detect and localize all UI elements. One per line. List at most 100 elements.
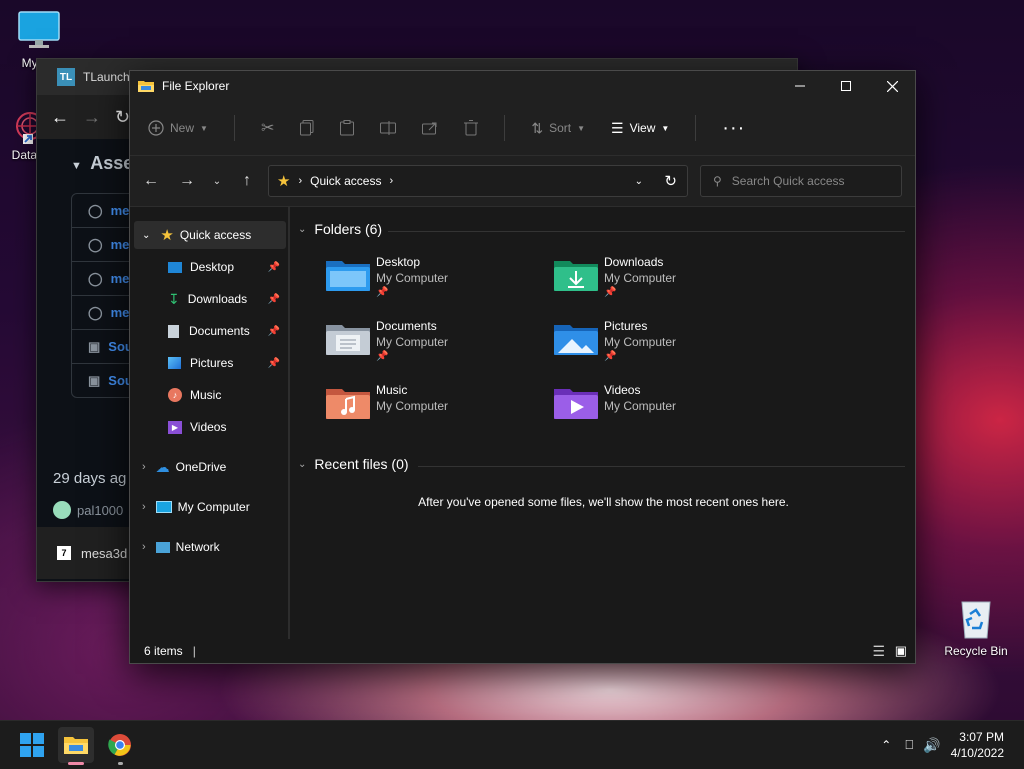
release-author[interactable]: pal1000 (53, 501, 123, 519)
nav-item-my-computer[interactable]: › My Computer (134, 493, 286, 521)
desktop-folder-icon (326, 261, 370, 291)
address-bar[interactable]: ★ › Quick access › ⌄ ↻ (268, 165, 688, 197)
network-status-icon[interactable]: ⎕ (905, 737, 913, 753)
archive-file-icon: 7 (57, 546, 71, 560)
forward-arrow-icon[interactable]: → (83, 107, 101, 128)
pin-icon: 📌 (604, 287, 617, 298)
explorer-titlebar[interactable]: File Explorer (130, 71, 915, 101)
back-button[interactable]: ← (136, 172, 166, 190)
address-dropdown-icon[interactable]: ⌄ (635, 176, 643, 187)
clock[interactable]: 3:07 PM 4/10/2022 (951, 729, 1004, 761)
nav-item-label: Downloads (187, 292, 248, 306)
asset-name: me (110, 271, 130, 286)
recent-files-group-header[interactable]: ⌄ Recent files (0) (298, 456, 409, 472)
breadcrumb-chevron-icon: › (298, 175, 303, 187)
folder-name: Music (376, 383, 408, 397)
folder-tile-music[interactable]: Music My Computer (326, 383, 536, 439)
recent-empty-message: After you've opened some files, we'll sh… (418, 495, 789, 509)
taskbar-chrome[interactable] (102, 727, 138, 765)
group-divider (388, 231, 905, 232)
new-button-label: New (170, 121, 195, 135)
new-button[interactable]: New ▼ (148, 120, 208, 136)
package-icon: ◯ (88, 304, 103, 320)
paste-button[interactable] (340, 120, 355, 136)
nav-item-documents[interactable]: Documents 📌 (168, 317, 286, 345)
nav-item-pictures[interactable]: Pictures 📌 (168, 349, 286, 377)
status-bar: 6 items | ☰ ▣ (130, 639, 915, 663)
view-button-label: View (629, 121, 656, 135)
nav-item-label: My Computer (177, 500, 250, 514)
recent-locations-button[interactable]: ⌄ (202, 176, 232, 187)
more-dots-icon: ··· (722, 116, 746, 139)
refresh-icon[interactable]: ↻ (664, 172, 677, 190)
start-button[interactable] (14, 727, 50, 763)
chevron-down-icon: ▼ (661, 123, 670, 133)
search-input[interactable]: ⚲ Search Quick access (700, 165, 902, 197)
breadcrumb-location[interactable]: Quick access (310, 174, 381, 188)
avatar (53, 501, 71, 519)
taskbar-file-explorer[interactable] (58, 727, 94, 765)
nav-item-desktop[interactable]: Desktop 📌 (168, 253, 286, 281)
item-count: 6 items (144, 644, 183, 658)
delete-button[interactable] (464, 120, 479, 136)
folder-tile-documents[interactable]: Documents My Computer 📌 (326, 319, 536, 375)
volume-icon[interactable]: 🔊 (923, 737, 940, 754)
folder-tile-desktop[interactable]: Desktop My Computer 📌 (326, 255, 536, 311)
close-button[interactable] (869, 71, 915, 101)
folder-tile-downloads[interactable]: Downloads My Computer 📌 (554, 255, 764, 311)
copy-button[interactable] (300, 120, 314, 136)
system-tray: ⌃ ⎕ 🔊 3:07 PM 4/10/2022 (881, 721, 1024, 769)
trash-icon (464, 120, 479, 136)
nav-item-label: Music (190, 388, 222, 402)
running-indicator (118, 762, 123, 765)
details-view-icon[interactable]: ☰ (872, 643, 885, 660)
nav-item-downloads[interactable]: ↧ Downloads 📌 (168, 285, 286, 313)
nav-item-label: Quick access (179, 228, 252, 242)
more-options-button[interactable]: ··· (722, 117, 745, 140)
view-button[interactable]: ☰ View ▼ (611, 120, 669, 137)
documents-folder-icon (326, 325, 370, 355)
music-note-icon: ♪ (168, 388, 182, 402)
cut-button[interactable]: ✂ (261, 118, 274, 138)
nav-item-videos[interactable]: ▶ Videos (168, 413, 286, 441)
copy-icon (300, 120, 314, 136)
desktop-icon-recycle-bin[interactable]: Recycle Bin (940, 596, 1012, 658)
share-button[interactable] (422, 121, 438, 135)
tiles-view-icon[interactable]: ▣ (895, 643, 907, 659)
caret-down-icon: ▼ (71, 160, 82, 172)
nav-item-onedrive[interactable]: › ☁ OneDrive (134, 453, 286, 481)
nav-item-quick-access[interactable]: ⌄ ★ Quick access (134, 221, 286, 249)
download-filename[interactable]: mesa3d (81, 546, 127, 561)
monitor-icon (18, 11, 60, 48)
download-arrow-icon: ↧ (168, 290, 180, 307)
clock-time: 3:07 PM (959, 730, 1004, 744)
back-arrow-icon[interactable]: ← (51, 107, 69, 128)
group-title: Folders (6) (314, 221, 383, 237)
reload-icon[interactable]: ↻ (115, 107, 130, 128)
music-folder-icon (326, 389, 370, 419)
nav-item-network[interactable]: › Network (134, 533, 286, 561)
nav-item-label: Pictures (190, 356, 234, 370)
minimize-button[interactable] (777, 71, 823, 101)
arrow-up-icon: ↑ (243, 172, 251, 189)
folder-tile-videos[interactable]: Videos My Computer (554, 383, 764, 439)
nav-item-music[interactable]: ♪ Music (168, 381, 286, 409)
up-button[interactable]: ↑ (232, 172, 262, 190)
chevron-up-icon[interactable]: ⌃ (881, 738, 891, 752)
asset-name: me (110, 305, 130, 320)
sort-button[interactable]: ⇅ Sort ▼ (531, 120, 585, 137)
nav-item-label: Videos (190, 420, 227, 434)
view-list-icon: ☰ (611, 119, 624, 136)
forward-button[interactable]: → (172, 172, 202, 190)
folders-group-header[interactable]: ⌄ Folders (6) (298, 221, 382, 237)
maximize-button[interactable] (823, 71, 869, 101)
address-row: ← → ⌄ ↑ ★ › Quick access › ⌄ ↻ ⚲ Search … (130, 156, 915, 207)
chevron-down-icon: ⌄ (298, 223, 307, 235)
command-bar: New ▼ ✂ ⇅ Sort ▼ ☰ View ▼ ··· (130, 101, 915, 156)
arrow-right-icon: → (179, 172, 195, 189)
folder-icon (138, 81, 154, 92)
rename-button[interactable] (380, 121, 397, 135)
nav-item-label: Desktop (190, 260, 235, 274)
group-divider (418, 466, 905, 467)
folder-tile-pictures[interactable]: Pictures My Computer 📌 (554, 319, 764, 375)
